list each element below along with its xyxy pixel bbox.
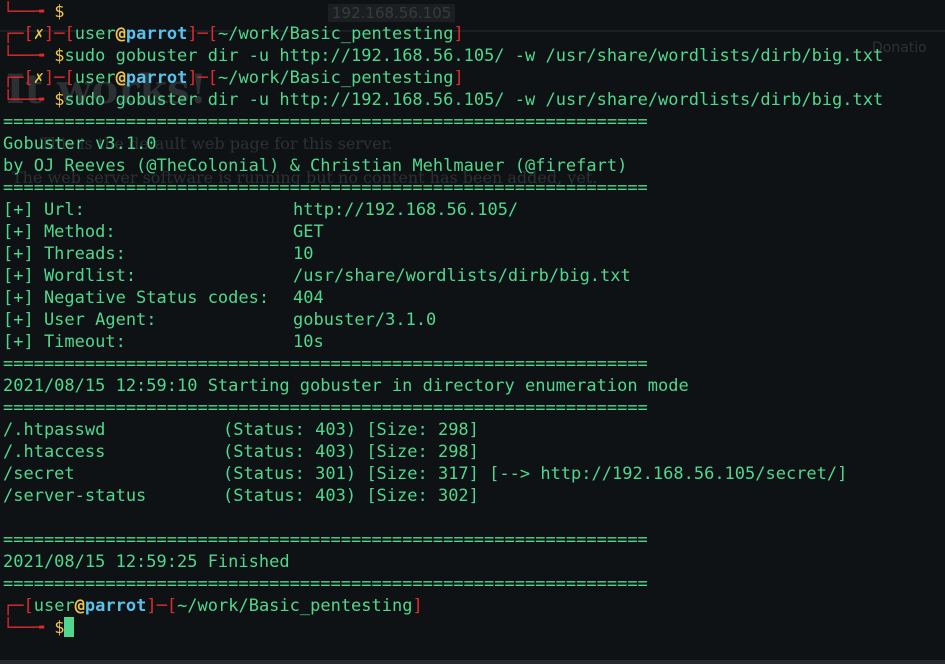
config-key: [+] Url: bbox=[3, 200, 85, 220]
separator-line: ========================================… bbox=[3, 530, 648, 550]
result-redirect: [--> http://192.168.56.105/secret/] bbox=[489, 464, 848, 484]
separator-line: ========================================… bbox=[3, 574, 648, 594]
config-value: 404 bbox=[293, 288, 324, 308]
error-mark-icon: ✗ bbox=[33, 24, 44, 44]
result-row: /.htpasswd (Status: 403) [Size: 298] bbox=[3, 419, 479, 441]
prompt-path: ~/work/Basic_pentesting bbox=[218, 24, 454, 44]
config-key: [+] Method: bbox=[3, 222, 116, 242]
finish-message: 2021/08/15 12:59:25 Finished bbox=[3, 552, 290, 572]
result-size: [Size: 298] bbox=[366, 442, 479, 462]
config-key: [+] Timeout: bbox=[3, 332, 126, 352]
result-status: (Status: 403) bbox=[223, 486, 357, 506]
terminal-window[interactable]: 192.168.56.105 Donatio It works! This is… bbox=[0, 0, 945, 664]
prompt-corner-glyph: └──╼ bbox=[3, 2, 55, 22]
result-status: (Status: 403) bbox=[223, 420, 357, 440]
input-line[interactable]: └──╼ $ bbox=[3, 617, 75, 639]
result-path: /.htaccess bbox=[3, 442, 106, 462]
terminal-cursor[interactable] bbox=[64, 617, 75, 637]
config-row-negative-status: [+] Negative Status codes: 404 bbox=[3, 287, 324, 309]
command-text: sudo gobuster dir -u http://192.168.56.1… bbox=[64, 90, 884, 110]
config-key: [+] Negative Status codes: bbox=[3, 288, 270, 308]
result-size: [Size: 298] bbox=[366, 420, 479, 440]
window-bottom-border bbox=[0, 660, 945, 664]
config-value: 10 bbox=[293, 244, 314, 264]
prompt-tail-line: └──╼ $ bbox=[3, 1, 64, 23]
prompt-line-final: ┌─[user@parrot]─[~/work/Basic_pentesting… bbox=[3, 596, 423, 616]
result-row: /secret (Status: 301) [Size: 317] [--> ht… bbox=[3, 463, 847, 485]
error-mark-icon: ✗ bbox=[33, 68, 44, 88]
browser-url-ghost: 192.168.56.105 bbox=[328, 4, 456, 22]
config-row-url: [+] Url: http://192.168.56.105/ bbox=[3, 199, 518, 221]
result-size: [Size: 302] bbox=[366, 486, 479, 506]
config-row-user-agent: [+] User Agent: gobuster/3.1.0 bbox=[3, 309, 436, 331]
prompt-line-1: ┌─[✗]─[user@parrot]─[~/work/Basic_pentes… bbox=[3, 24, 464, 44]
config-row-threads: [+] Threads: 10 bbox=[3, 243, 313, 265]
config-row-wordlist: [+] Wordlist: /usr/share/wordlists/dirb/b… bbox=[3, 265, 631, 287]
config-key: [+] Wordlist: bbox=[3, 266, 137, 286]
config-key: [+] User Agent: bbox=[3, 310, 157, 330]
result-path: /secret bbox=[3, 464, 75, 484]
result-row: /server-status (Status: 403) [Size: 302] bbox=[3, 485, 479, 507]
command-line-1: └──╼ $sudo gobuster dir -u http://192.16… bbox=[3, 46, 884, 66]
separator-line: ========================================… bbox=[3, 398, 648, 418]
banner-title: Gobuster v3.1.0 bbox=[3, 134, 157, 154]
config-value: gobuster/3.1.0 bbox=[293, 310, 437, 330]
result-row: /.htaccess (Status: 403) [Size: 298] bbox=[3, 441, 479, 463]
result-status: (Status: 301) bbox=[223, 464, 357, 484]
command-text: sudo gobuster dir -u http://192.168.56.1… bbox=[64, 46, 884, 66]
result-path: /server-status bbox=[3, 486, 147, 506]
start-message: 2021/08/15 12:59:10 Starting gobuster in… bbox=[3, 376, 689, 396]
config-row-timeout: [+] Timeout: 10s bbox=[3, 331, 324, 353]
prompt-user: user bbox=[74, 24, 116, 44]
result-status: (Status: 403) bbox=[223, 442, 357, 462]
command-line-2: └──╼ $sudo gobuster dir -u http://192.16… bbox=[3, 90, 884, 110]
config-value: http://192.168.56.105/ bbox=[293, 200, 519, 220]
config-value: /usr/share/wordlists/dirb/big.txt bbox=[293, 266, 631, 286]
separator-line: ========================================… bbox=[3, 112, 648, 132]
prompt-host: parrot bbox=[125, 24, 188, 44]
config-value: 10s bbox=[293, 332, 324, 352]
prompt-line-2: ┌─[✗]─[user@parrot]─[~/work/Basic_pentes… bbox=[3, 68, 464, 88]
prompt-dollar: $ bbox=[54, 2, 65, 22]
result-path: /.htpasswd bbox=[3, 420, 106, 440]
separator-line: ========================================… bbox=[3, 178, 648, 198]
config-value: GET bbox=[293, 222, 324, 242]
result-size: [Size: 317] bbox=[366, 464, 479, 484]
prompt-at: @ bbox=[115, 24, 126, 44]
config-key: [+] Threads: bbox=[3, 244, 126, 264]
separator-line: ========================================… bbox=[3, 354, 648, 374]
config-row-method: [+] Method: GET bbox=[3, 221, 324, 243]
banner-authors: by OJ Reeves (@TheColonial) & Christian … bbox=[3, 156, 628, 176]
